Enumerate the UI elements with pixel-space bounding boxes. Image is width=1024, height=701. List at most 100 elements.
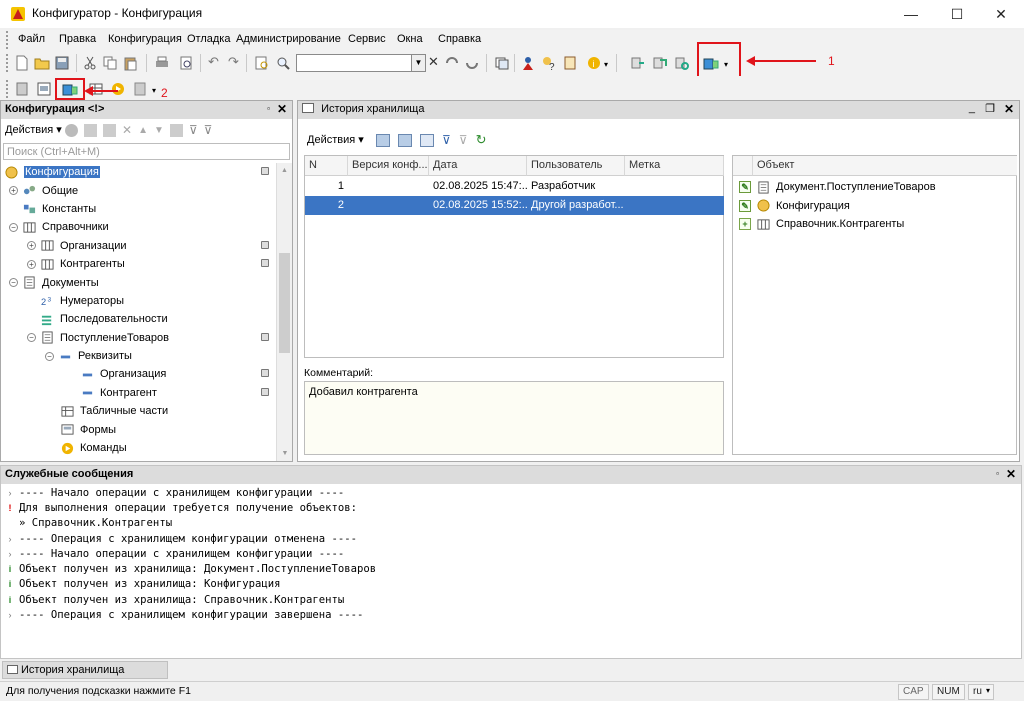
find-in-page-icon[interactable] <box>254 55 270 71</box>
col-header-mark[interactable]: Метка <box>625 156 724 176</box>
history-actions-button[interactable]: Действия ▾ <box>307 133 364 146</box>
enterprise-icon[interactable] <box>132 81 148 97</box>
run-debug-icon[interactable] <box>110 81 126 97</box>
menu-debug[interactable]: Отладка <box>187 33 230 45</box>
window-tab-history[interactable]: История хранилища <box>2 661 168 679</box>
compare-icon[interactable] <box>398 133 412 147</box>
col-header-date[interactable]: Дата <box>429 156 527 176</box>
module-icon[interactable] <box>14 81 30 97</box>
clear-filter-icon[interactable]: ⊽ <box>204 123 213 137</box>
close-icon[interactable]: ✕ <box>1006 467 1016 481</box>
col-header-object[interactable]: Объект <box>753 156 1017 176</box>
menu-help[interactable]: Справка <box>438 33 481 45</box>
sort-icon[interactable] <box>169 123 183 137</box>
search-combo-input[interactable] <box>296 54 412 72</box>
windows-list-icon[interactable] <box>494 55 510 71</box>
list-item[interactable]: + Справочник.Контрагенты <box>733 215 1017 234</box>
tree-item-catalogs[interactable]: − Справочники <box>1 218 277 236</box>
filter-icon[interactable]: ⊽ <box>442 133 451 147</box>
expand-icon[interactable]: + <box>9 186 18 196</box>
help-question-icon[interactable]: ? <box>541 55 557 71</box>
tree-item-goods-receipt[interactable]: − ПоступлениеТоваров <box>1 329 277 347</box>
collapse-icon[interactable]: − <box>9 222 18 232</box>
tree-item-sequences[interactable]: Последовательности <box>1 310 277 328</box>
clear-search-icon[interactable]: ✕ <box>428 54 439 70</box>
new-file-icon[interactable] <box>14 55 30 71</box>
tree-item-attributes[interactable]: − Реквизиты <box>1 347 277 365</box>
paste-icon[interactable] <box>122 55 138 71</box>
tree-item-tabular-sections[interactable]: Табличные части <box>1 402 277 420</box>
message-line[interactable]: › ---- Начало операции с хранилищем конфи… <box>1 485 1021 500</box>
add-icon[interactable] <box>65 123 78 137</box>
message-line[interactable]: i Объект получен из хранилища: Конфигурац… <box>1 577 1021 592</box>
message-line[interactable]: i Объект получен из хранилища: Документ.П… <box>1 561 1021 576</box>
menu-administration[interactable]: Администрирование <box>236 33 341 45</box>
table-row-selected[interactable]: 2 02.08.2025 15:52:... Другой разработ..… <box>305 196 724 215</box>
message-line[interactable]: i Объект получен из хранилища: Справочник… <box>1 592 1021 607</box>
minimize-button[interactable]: — <box>888 0 934 28</box>
expand-icon[interactable]: + <box>27 259 36 269</box>
menu-service[interactable]: Сервис <box>348 33 386 45</box>
info-dropdown-icon[interactable]: ▾ <box>604 60 608 69</box>
config-actions-button[interactable]: Действия ▾ <box>5 123 62 136</box>
repository-dropdown-icon[interactable]: ▾ <box>724 60 728 69</box>
tree-item-constants[interactable]: Константы <box>1 200 277 218</box>
maximize-button[interactable]: ☐ <box>934 0 980 28</box>
close-icon[interactable]: ✕ <box>277 102 287 116</box>
filter-icon[interactable]: ⊽ <box>189 123 198 137</box>
col-header-user[interactable]: Пользователь <box>527 156 625 176</box>
info-icon[interactable]: i <box>586 55 602 71</box>
tree-item-numerators[interactable]: 23 Нумераторы <box>1 292 277 310</box>
report-icon[interactable] <box>420 133 434 147</box>
tree-item-attr-counterparty[interactable]: Контрагент <box>1 384 277 402</box>
undo-icon[interactable]: ↶ <box>208 54 219 70</box>
tree-item-counterparties[interactable]: + Контрагенты <box>1 255 277 273</box>
collapse-icon[interactable]: − <box>27 333 36 343</box>
list-item[interactable]: ✎ Документ.ПоступлениеТоваров <box>733 178 1017 197</box>
edit-icon[interactable] <box>84 123 97 137</box>
chevron-down-icon[interactable]: ▼ <box>412 54 426 72</box>
scroll-down-icon[interactable]: ▼ <box>277 450 292 457</box>
tree-item-configuration[interactable]: Конфигурация <box>1 163 277 181</box>
print-icon[interactable] <box>154 55 170 71</box>
cut-icon[interactable] <box>82 55 98 71</box>
clear-filter-icon[interactable]: ⊽ <box>459 133 468 147</box>
collapse-icon[interactable]: − <box>9 278 18 288</box>
window-close-icon[interactable]: ✕ <box>1004 102 1014 116</box>
message-line[interactable]: › ---- Операция с хранилищем конфигурации… <box>1 607 1021 622</box>
repository-update-icon[interactable] <box>674 55 690 71</box>
copy-item-icon[interactable] <box>103 123 116 137</box>
tree-item-attr-organization[interactable]: Организация <box>1 365 277 383</box>
window-minimize-icon[interactable]: _ <box>969 102 975 114</box>
form-designer-icon[interactable] <box>36 81 52 97</box>
repository-capture-icon[interactable] <box>62 81 78 97</box>
window-restore-icon[interactable]: ❐ <box>985 102 995 115</box>
menu-windows[interactable]: Окна <box>397 33 423 45</box>
collapse-icon[interactable]: − <box>45 351 54 361</box>
save-icon[interactable] <box>54 55 70 71</box>
language-dropdown-icon[interactable]: ▾ <box>986 686 990 695</box>
expand-icon[interactable]: + <box>27 241 36 251</box>
comment-field[interactable]: Добавил контрагента <box>304 381 724 455</box>
enterprise-dropdown-icon[interactable]: ▾ <box>152 86 156 95</box>
menu-edit[interactable]: Правка <box>59 33 96 45</box>
delete-icon[interactable]: ✕ <box>122 123 132 137</box>
open-folder-icon[interactable] <box>34 55 50 71</box>
help-book-icon[interactable] <box>562 55 578 71</box>
find-previous-icon[interactable] <box>464 55 480 71</box>
list-item[interactable]: ✎ Конфигурация <box>733 197 1017 216</box>
print-preview-icon[interactable] <box>178 55 194 71</box>
message-line[interactable]: › ---- Операция с хранилищем конфигурации… <box>1 531 1021 546</box>
table-row[interactable]: 1 02.08.2025 15:47:... Разработчик <box>305 177 724 196</box>
message-line[interactable]: » Справочник.Контрагенты <box>1 516 1021 531</box>
syntax-helper-icon[interactable] <box>520 55 536 71</box>
tree-item-forms[interactable]: Формы <box>1 420 277 438</box>
tree-item-organizations[interactable]: + Организации <box>1 237 277 255</box>
close-button[interactable]: ✕ <box>978 0 1024 28</box>
redo-icon[interactable]: ↷ <box>228 54 239 70</box>
menu-file[interactable]: Файл <box>18 33 45 45</box>
tree-item-common[interactable]: + Общие <box>1 181 277 199</box>
language-selector[interactable]: ru <box>968 684 994 700</box>
tree-item-commands[interactable]: Команды <box>1 439 277 457</box>
scrollbar-thumb[interactable] <box>279 253 290 353</box>
